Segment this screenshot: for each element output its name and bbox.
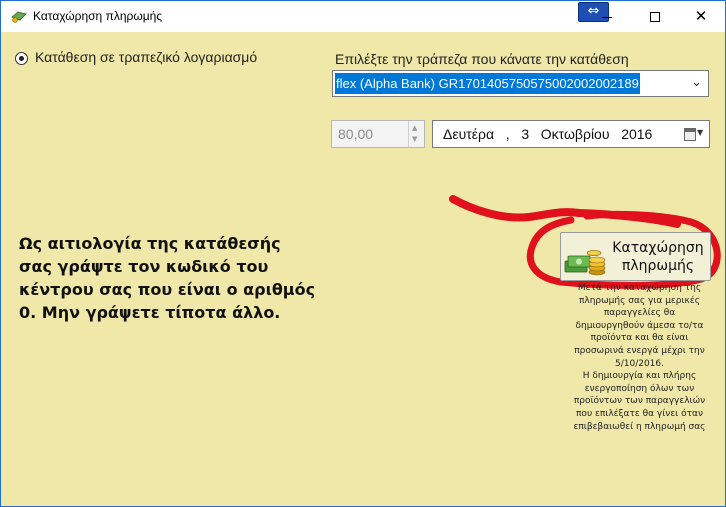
amount-input[interactable]: 80,00 ▲ ▼ <box>331 120 425 148</box>
spin-up-icon[interactable]: ▲ <box>412 124 417 132</box>
form-area: Κατάθεση σε τραπεζικό λογαριασμό Επιλέξτ… <box>1 32 725 506</box>
deposit-radio[interactable] <box>15 52 28 65</box>
register-payment-label: Καταχώρηση πληρωμής <box>608 239 708 275</box>
note-line: προϊόντων των παραγγελιών <box>573 396 706 407</box>
spin-down-icon[interactable]: ▼ <box>412 135 417 143</box>
close-icon: ✕ <box>694 7 708 25</box>
date-weekday: Δευτέρα <box>443 126 495 142</box>
register-payment-line-1: Καταχώρηση <box>612 240 704 256</box>
window-title: Καταχώρηση πληρωμής <box>33 9 163 23</box>
note-line: επιβεβαιωθεί η πληρωμή σας <box>573 421 706 432</box>
amount-spinner[interactable]: ▲ ▼ <box>408 121 424 147</box>
close-button[interactable]: ✕ <box>678 1 724 32</box>
deposit-radio-label[interactable]: Κατάθεση σε τραπεζικό λογαριασμό <box>35 49 257 65</box>
note-line: 5/10/2016. <box>614 358 664 369</box>
amount-value: 80,00 <box>338 126 374 142</box>
payment-window: Καταχώρηση πληρωμής ⇔ ✕ Κατάθεση σε τραπ… <box>0 0 726 507</box>
date-separator: , <box>505 126 510 142</box>
app-icon <box>11 11 27 23</box>
calendar-icon[interactable] <box>684 128 696 141</box>
chevron-down-icon[interactable]: ⌄ <box>691 75 702 90</box>
date-picker[interactable]: Δευτέρα , 3 Οκτωβρίου 2016 ▼ <box>432 120 710 148</box>
note-line: Μετά την καταχώρηση της <box>577 283 702 293</box>
note-line: προσωρινά ενεργά μέχρι την <box>574 345 705 356</box>
bank-selected-value: flex (Alpha Bank) GR17014057505750020020… <box>335 73 640 94</box>
bank-dropdown[interactable]: flex (Alpha Bank) GR17014057505750020020… <box>332 70 709 97</box>
date-year: 2016 <box>621 126 653 142</box>
maximize-button[interactable] <box>632 1 678 32</box>
register-payment-line-2: πληρωμής <box>621 258 695 274</box>
note-line: που επιλέξατε θα γίνει όταν <box>576 408 703 419</box>
deposit-instructions: Ως αιτιολογία της κατάθεσής σας γράψτε τ… <box>19 234 316 322</box>
minimize-icon <box>602 17 612 18</box>
date-display: Δευτέρα , 3 Οκτωβρίου 2016 <box>443 126 652 142</box>
register-payment-button[interactable]: Καταχώρηση πληρωμής <box>560 232 711 281</box>
payment-note: Μετά την καταχώρηση της πληρωμής σας για… <box>567 282 712 433</box>
note-line: δημιουργηθούν άμεσα το/τα <box>575 320 704 331</box>
note-line: προϊόντα και θα είναι <box>590 333 689 344</box>
minimize-button[interactable] <box>584 1 630 32</box>
radio-selected-dot <box>19 56 24 61</box>
bank-select-label: Επιλέξτε την τράπεζα που κάνατε την κατά… <box>335 51 629 67</box>
note-line: ενεργοποίηση όλων των <box>584 383 695 394</box>
money-stack-icon <box>564 250 606 276</box>
note-line: παραγγελίες θα <box>603 308 676 319</box>
note-line: Η δημιουργία και πλήρης <box>582 371 697 382</box>
date-month: Οκτωβρίου <box>540 126 610 142</box>
note-line: πληρωμής σας για μερικές <box>578 295 701 306</box>
date-day: 3 <box>521 126 530 142</box>
calendar-dropdown-icon[interactable]: ▼ <box>697 128 703 137</box>
title-bar[interactable]: Καταχώρηση πληρωμής ⇔ ✕ <box>1 1 725 32</box>
maximize-icon <box>650 12 660 22</box>
